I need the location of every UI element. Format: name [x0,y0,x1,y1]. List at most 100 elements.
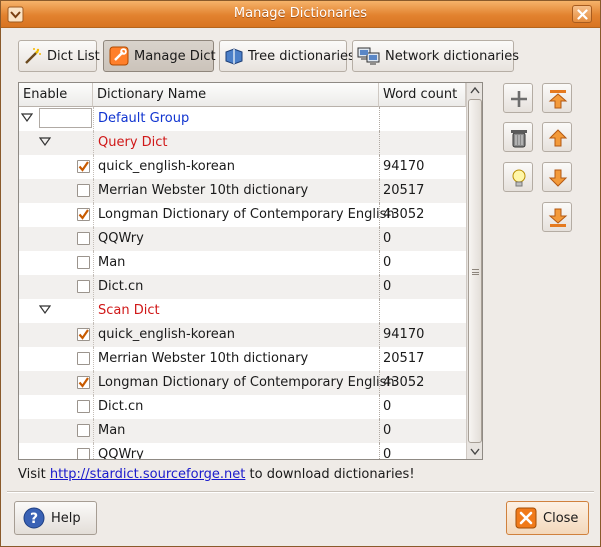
move-top-button[interactable] [542,83,572,113]
tree-rows: Default Group Query Dict quick_english-k… [19,107,466,459]
table-row[interactable]: Merrian Webster 10th dictionary 20517 [19,179,466,203]
table-row[interactable]: quick_english-korean 94170 [19,155,466,179]
dictionary-name: quick_english-korean [98,327,235,342]
expander-open-icon[interactable] [39,305,51,315]
word-count: 94170 [383,327,425,342]
table-row[interactable]: Man 0 [19,419,466,443]
move-up-button[interactable] [542,122,572,152]
close-icon [577,9,588,20]
add-button[interactable] [503,83,533,113]
lightbulb-icon [512,169,526,187]
title-bar[interactable]: Manage Dictionaries [1,1,600,28]
dictionary-name: Longman Dictionary of Contemporary Engli… [98,375,395,390]
help-label: Help [51,510,81,526]
word-count: 0 [383,255,392,270]
word-count: 20517 [383,351,425,366]
word-count: 0 [383,399,392,414]
book-icon [225,48,243,65]
word-count: 0 [383,447,392,459]
enable-checkbox[interactable] [77,328,90,341]
enable-checkbox[interactable] [77,376,90,389]
scroll-down-arrow-icon[interactable] [468,444,482,458]
enable-checkbox[interactable] [77,232,90,245]
tree-row-default-group[interactable]: Default Group [19,107,466,131]
table-row[interactable]: Longman Dictionary of Contemporary Engli… [19,371,466,395]
word-count: 94170 [383,159,425,174]
word-count: 20517 [383,183,425,198]
dictionary-name: Merrian Webster 10th dictionary [98,183,309,198]
plus-icon [511,91,527,107]
expander-open-icon[interactable] [39,137,51,147]
manage-dictionaries-window: Manage Dictionaries Dict List Manage Dic… [0,0,601,547]
window-title: Manage Dictionaries [233,6,368,21]
enable-checkbox[interactable] [77,160,90,173]
remove-button[interactable] [503,122,533,152]
dictionary-name: Merrian Webster 10th dictionary [98,351,309,366]
tree-dictionaries-button[interactable]: Tree dictionaries [219,40,355,72]
table-row[interactable]: QQWry 0 [19,227,466,251]
vertical-scrollbar[interactable] [466,83,482,459]
enable-checkbox[interactable] [77,424,90,437]
info-button[interactable] [503,162,533,192]
manage-dict-button[interactable]: Manage Dict [103,40,216,72]
checkmark-icon [78,377,89,388]
magic-wand-icon [25,48,41,64]
dict-list-button[interactable]: Dict List [18,40,100,72]
table-row[interactable]: Dict.cn 0 [19,395,466,419]
enable-checkbox[interactable] [77,352,90,365]
word-count: 0 [383,231,392,246]
dict-list-label: Dict List [47,48,100,64]
word-count: 43052 [383,375,425,390]
enable-checkbox[interactable] [77,400,90,413]
move-down-button[interactable] [542,162,572,192]
help-button[interactable]: ? Help [14,501,97,535]
arrow-top-icon [548,90,568,109]
dictionary-name: Dict.cn [98,399,144,414]
close-label: Close [543,510,579,526]
dictionary-tree-list[interactable]: Enable Dictionary Name Word count Defaul… [18,82,483,460]
table-row[interactable]: Merrian Webster 10th dictionary 20517 [19,347,466,371]
column-header-enable[interactable]: Enable [19,83,93,107]
visit-prefix: Visit [18,467,50,482]
visit-message: Visit http://stardict.sourceforge.net to… [18,467,415,482]
window-close-button[interactable] [572,5,592,23]
table-row[interactable]: QQWry 0 [19,443,466,459]
close-button[interactable]: Close [506,501,589,535]
arrow-down-icon [548,169,568,187]
enable-checkbox[interactable] [77,256,90,269]
dictionary-name: Man [98,255,126,270]
table-row[interactable]: Man 0 [19,251,466,275]
arrow-bottom-icon [548,208,568,227]
table-row[interactable]: Longman Dictionary of Contemporary Engli… [19,203,466,227]
table-row[interactable]: Dict.cn 0 [19,275,466,299]
enable-checkbox[interactable] [77,208,90,221]
manage-dict-label: Manage Dict [134,48,216,64]
help-icon: ? [23,507,45,529]
table-row[interactable]: quick_english-korean 94170 [19,323,466,347]
scroll-up-arrow-icon[interactable] [468,84,482,98]
query-dict-label: Query Dict [98,135,168,150]
enable-checkbox[interactable] [77,448,90,459]
column-header-name[interactable]: Dictionary Name [93,83,379,107]
enable-checkbox[interactable] [77,184,90,197]
enable-checkbox[interactable] [77,280,90,293]
close-x-icon [515,507,537,529]
network-dictionaries-button[interactable]: Network dictionaries [352,40,519,72]
tree-row-scan-dict[interactable]: Scan Dict [19,299,466,323]
move-bottom-button[interactable] [542,202,572,232]
network-computers-icon [357,47,380,65]
scan-dict-label: Scan Dict [98,303,160,318]
column-header-word-count[interactable]: Word count [379,83,466,107]
tree-dictionaries-label: Tree dictionaries [248,48,355,64]
svg-text:?: ? [30,511,38,527]
trash-icon [511,130,527,148]
default-group-checkbox[interactable] [39,108,92,128]
dictionary-name: Dict.cn [98,279,144,294]
dictionary-name: QQWry [98,231,144,246]
tree-row-query-dict[interactable]: Query Dict [19,131,466,155]
divider [7,491,594,493]
expander-open-icon[interactable] [21,113,33,123]
stardict-link[interactable]: http://stardict.sourceforge.net [50,467,246,482]
scrollbar-thumb[interactable] [468,99,482,443]
checkmark-icon [78,209,89,220]
